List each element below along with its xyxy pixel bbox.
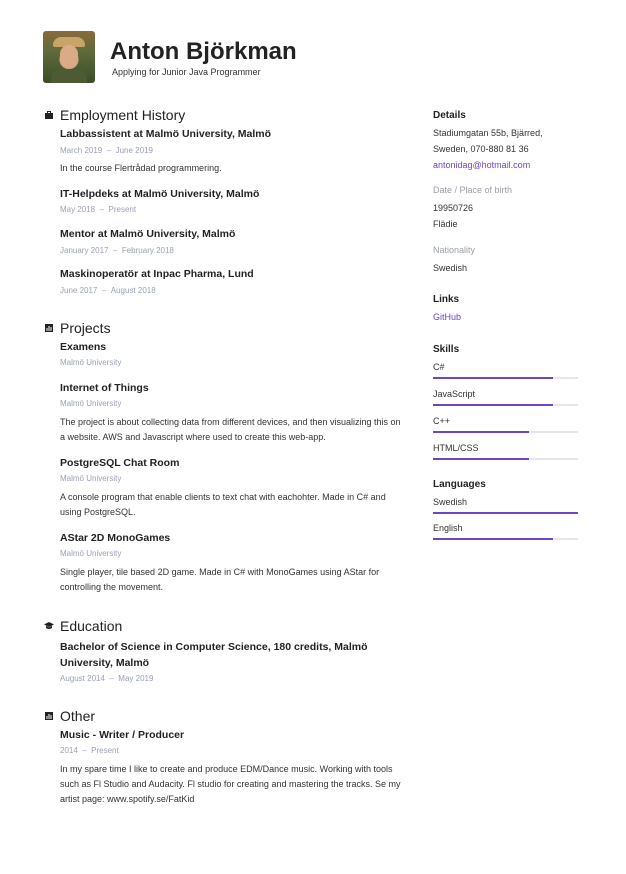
- briefcase-icon: [45, 111, 53, 119]
- profile-photo: [43, 31, 95, 83]
- nationality-label: Nationality: [433, 245, 476, 255]
- job-dates: June 2017 – August 2018: [60, 286, 156, 295]
- other-item-dates: 2014 – Present: [60, 746, 119, 755]
- language-level-bar: [433, 538, 578, 540]
- skill-level-bar: [433, 458, 578, 460]
- bar-chart-icon: [45, 324, 53, 332]
- project-description: The project is about collecting data fro…: [60, 417, 401, 442]
- projects-section-title: Projects: [60, 320, 111, 336]
- language-name: English: [433, 523, 463, 533]
- education-section-title: Education: [60, 618, 123, 634]
- skill-name: C++: [433, 416, 451, 426]
- address-line-2: Sweden, 070-880 81 36: [433, 144, 529, 154]
- nationality-value: Swedish: [433, 263, 468, 273]
- project-org: Malmö University: [60, 399, 122, 408]
- address-line-1: Stadiumgatan 55b, Bjärred,: [433, 128, 543, 138]
- job-title: Maskinoperatör at Inpac Pharma, Lund: [60, 268, 254, 280]
- project-title: PostgreSQL Chat Room: [60, 457, 180, 469]
- birth-place: Flädie: [433, 219, 458, 229]
- job-title: IT-Helpdeks at Malmö University, Malmö: [60, 188, 260, 200]
- resume-page: Anton Björkman Applying for Junior Java …: [0, 0, 626, 874]
- skill-level-bar: [433, 431, 578, 433]
- job-dates: January 2017 – February 2018: [60, 246, 174, 255]
- employment-section-title: Employment History: [60, 107, 186, 123]
- skill-name: C#: [433, 362, 445, 372]
- other-section-title: Other: [60, 708, 96, 724]
- birth-date: 19950726: [433, 203, 474, 213]
- candidate-name: Anton Björkman: [110, 38, 297, 65]
- links-heading: Links: [433, 294, 460, 305]
- languages-heading: Languages: [433, 479, 486, 490]
- bar-chart-icon: [45, 712, 53, 720]
- job-dates: March 2019 – June 2019: [60, 146, 153, 155]
- candidate-subtitle: Applying for Junior Java Programmer: [112, 67, 261, 77]
- skills-heading: Skills: [433, 344, 460, 355]
- details-heading: Details: [433, 110, 466, 121]
- other-item-title: Music - Writer / Producer: [60, 729, 185, 741]
- education-dates: August 2014 – May 2019: [60, 674, 154, 683]
- skill-level-bar: [433, 404, 578, 406]
- skill-name: JavaScript: [433, 389, 476, 399]
- job-description: In the course Flertrådad programmering.: [60, 163, 222, 173]
- degree-title: Bachelor of Science in Computer Science,…: [60, 641, 368, 669]
- graduation-cap-icon: [44, 622, 54, 629]
- project-description: Single player, tile based 2D game. Made …: [60, 567, 380, 592]
- skill-level-bar: [433, 377, 578, 379]
- language-level-bar: [433, 512, 578, 514]
- project-org: Malmö University: [60, 358, 122, 367]
- language-name: Swedish: [433, 497, 468, 507]
- project-org: Malmö University: [60, 474, 122, 483]
- project-description: A console program that enable clients to…: [60, 492, 386, 517]
- job-dates: May 2018 – Present: [60, 205, 137, 214]
- project-title: Examens: [60, 341, 107, 353]
- project-org: Malmö University: [60, 549, 122, 558]
- job-title: Labbassistent at Malmö University, Malmö: [60, 128, 272, 140]
- other-item-description: In my spare time I like to create and pr…: [60, 764, 401, 804]
- email-link[interactable]: antonidag@hotmail.com: [433, 160, 530, 170]
- project-title: Internet of Things: [60, 382, 149, 394]
- github-link[interactable]: GitHub: [433, 312, 461, 322]
- birth-label: Date / Place of birth: [433, 185, 513, 195]
- job-title: Mentor at Malmö University, Malmö: [60, 228, 236, 240]
- project-title: AStar 2D MonoGames: [60, 532, 171, 544]
- skill-name: HTML/CSS: [433, 443, 479, 453]
